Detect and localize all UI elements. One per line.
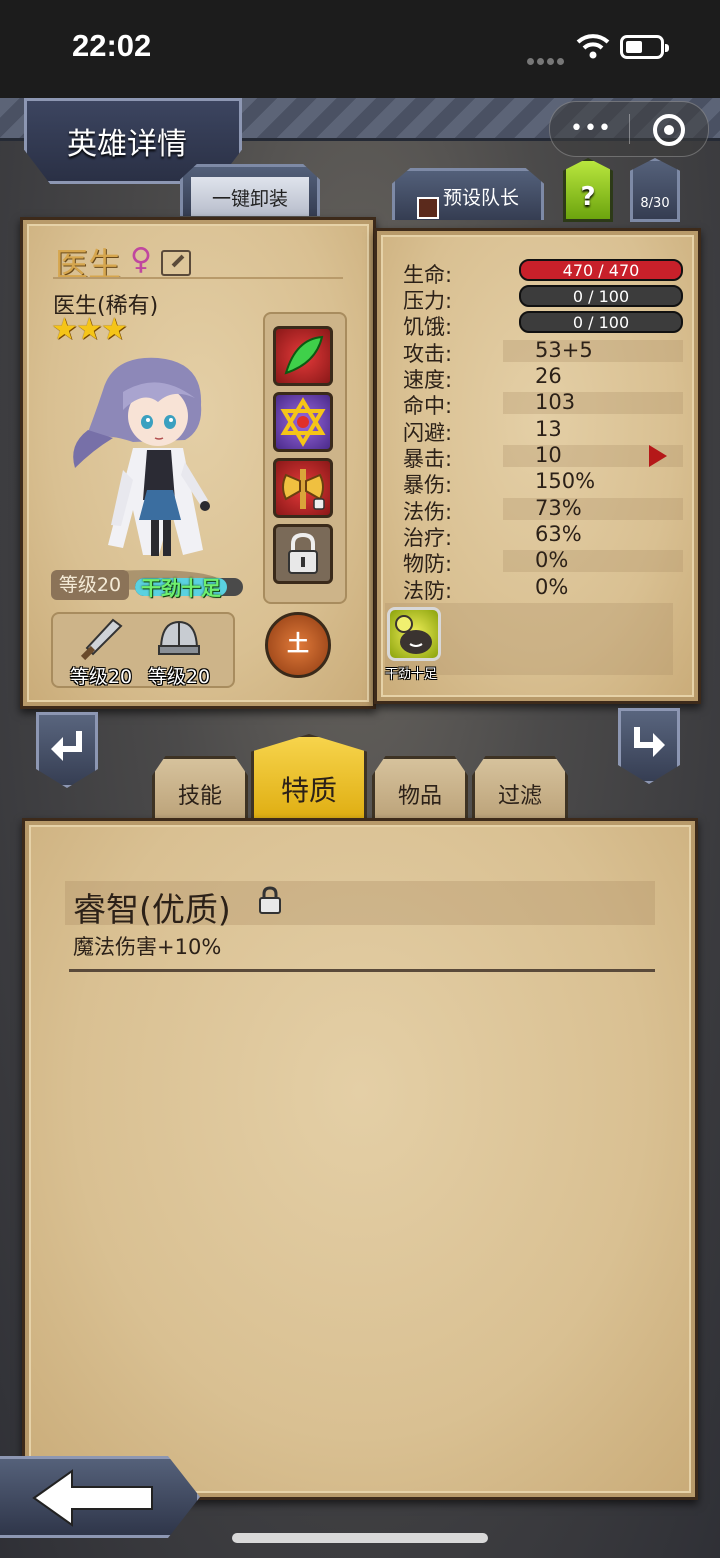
mini-program-capsule: •••: [549, 101, 709, 157]
sword-icon: [80, 618, 123, 661]
weapon-slot[interactable]: 等级20: [61, 616, 141, 688]
stat-value: 63%: [535, 522, 582, 546]
stat-row: 命中: 103: [403, 390, 683, 418]
stat-value: 150%: [535, 469, 596, 493]
name-underline: [53, 277, 343, 279]
stat-row: 闪避: 13: [403, 417, 663, 445]
hp-bar: 470 / 470: [519, 259, 683, 281]
stat-label: 饥饿:: [403, 315, 453, 339]
skill-slot-leaf[interactable]: [273, 326, 333, 386]
captain-checkbox[interactable]: [417, 197, 439, 219]
stat-value: 13: [535, 417, 562, 441]
trait-panel: 睿智(优质) 魔法伤害+10%: [22, 818, 698, 1500]
skill-slot-locked[interactable]: [273, 524, 333, 584]
stat-row: 治疗: 63%: [403, 522, 663, 550]
edit-name-icon[interactable]: [161, 250, 191, 276]
skill-slot-column: [263, 312, 347, 604]
equipment-slots: 等级20 等级20: [51, 612, 235, 688]
mood-label: 干劲十足: [141, 576, 221, 600]
skill-slot-star[interactable]: [273, 392, 333, 452]
arrow-return-left-icon: [51, 731, 82, 761]
home-indicator: [232, 1533, 488, 1543]
stat-row: 法伤: 73%: [403, 496, 683, 524]
unequip-all-label: 一键卸装: [191, 177, 309, 216]
element-earth-button[interactable]: 土: [265, 612, 331, 678]
more-menu-button[interactable]: •••: [570, 116, 612, 141]
trait-description: 魔法伤害+10%: [73, 935, 222, 959]
stats-card: 生命: 470 / 470 压力: 0 / 100 饥饿: 0 / 100 攻击…: [374, 228, 701, 704]
hp-value: 470 / 470: [562, 261, 640, 280]
stat-row: 法防: 0%: [403, 575, 663, 603]
tab-skills[interactable]: 技能: [152, 756, 248, 822]
leaf-icon: [284, 335, 324, 375]
stat-value: 53+5: [535, 338, 593, 362]
stat-row: 攻击: 53+5: [403, 338, 683, 366]
unequip-all-button[interactable]: 一键卸装: [180, 164, 320, 216]
stress-value: 0 / 100: [572, 287, 630, 306]
preset-captain-toggle[interactable]: 预设队长: [392, 168, 544, 220]
trait-divider: [69, 969, 655, 972]
skill-slot-axe-locked[interactable]: [273, 458, 333, 518]
stat-value: 26: [535, 364, 562, 388]
tab-items[interactable]: 物品: [372, 756, 468, 822]
stat-stress: 压力: 0 / 100: [403, 285, 683, 313]
hero-card: 医生 ♀ 医生(稀有) ★★★ 等级20 干劲十足 等级20 等级20 土: [20, 217, 376, 709]
lock-icon: [288, 532, 318, 574]
stat-value: 0%: [535, 548, 569, 572]
stat-row: 暴伤: 150%: [403, 469, 663, 497]
stat-row: 物防: 0%: [403, 548, 683, 576]
stat-value: 103: [535, 390, 576, 414]
mood-trait-icon[interactable]: [387, 607, 441, 661]
hero-level-badge: 等级20: [51, 570, 129, 600]
stat-hunger: 饥饿: 0 / 100: [403, 311, 683, 339]
stat-label: 物防:: [403, 552, 453, 576]
rarity-stars: ★★★: [51, 312, 128, 347]
stat-label: 法防:: [403, 579, 453, 603]
stat-value: 10: [535, 443, 562, 467]
tab-traits[interactable]: 特质: [251, 734, 367, 822]
hero-portrait: [73, 357, 210, 556]
stat-row: 速度: 26: [403, 364, 663, 392]
female-icon: ♀: [130, 242, 152, 277]
page-title: 英雄详情: [67, 127, 187, 162]
back-button[interactable]: [0, 1456, 200, 1538]
axe-icon: [282, 469, 325, 510]
star-icon: ★: [100, 312, 128, 347]
helmet-icon: [158, 620, 200, 655]
lock-icon[interactable]: [257, 885, 283, 915]
hunger-bar: 0 / 100: [519, 311, 683, 333]
expand-stats-arrow-icon[interactable]: [649, 445, 667, 467]
star-icon: ★: [75, 312, 103, 347]
armor-slot[interactable]: 等级20: [139, 616, 219, 688]
battery-icon: [620, 35, 669, 59]
stat-row: 暴击: 10: [403, 443, 683, 471]
trait-title: 睿智(优质): [73, 890, 231, 929]
hero-count-badge: 8/30: [630, 158, 680, 222]
stat-label: 暴伤:: [403, 473, 453, 497]
stress-bar: 0 / 100: [519, 285, 683, 307]
wifi-icon: [576, 34, 610, 59]
stat-hp: 生命: 470 / 470: [403, 259, 683, 287]
star-icon: ★: [51, 312, 78, 347]
preset-captain-label: 预设队长: [443, 187, 520, 209]
hexagram-icon: [280, 397, 326, 447]
mood-trait-label: 干劲十足: [385, 667, 438, 682]
armor-level: 等级20: [147, 666, 211, 688]
hunger-value: 0 / 100: [572, 313, 630, 332]
tab-filter[interactable]: 过滤: [472, 756, 568, 822]
blob-face-icon: [395, 615, 432, 654]
stat-value: 73%: [535, 496, 582, 520]
clock: 22:02: [72, 28, 152, 63]
close-mini-program-icon[interactable]: [653, 114, 685, 146]
help-button[interactable]: ?: [563, 158, 613, 222]
stat-label: 命中:: [403, 394, 453, 418]
arrow-left-icon: [32, 1469, 153, 1527]
weapon-level: 等级20: [69, 666, 133, 688]
arrow-return-right-icon: [634, 727, 665, 757]
stat-value: 0%: [535, 575, 569, 599]
capsule-divider: [629, 114, 630, 144]
status-bar: 22:02: [0, 0, 720, 98]
signal-icon: [527, 50, 567, 69]
